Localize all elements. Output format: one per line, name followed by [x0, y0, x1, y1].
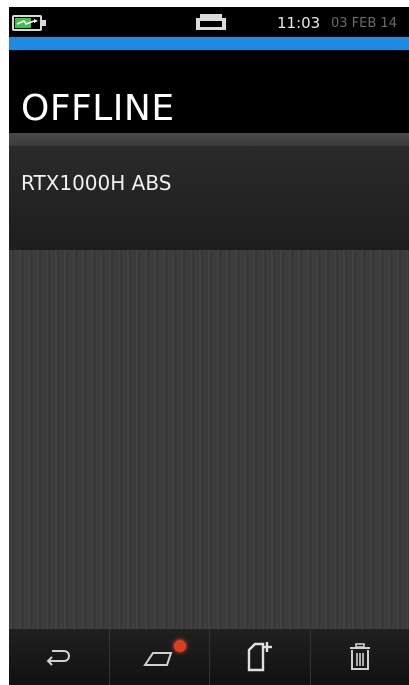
home-icon — [143, 652, 173, 666]
trash-icon — [350, 643, 371, 670]
notification-dot — [173, 640, 186, 652]
back-button[interactable] — [9, 629, 110, 685]
delete-button[interactable] — [311, 629, 409, 685]
status-bar: 11:03 03 FEB 14 — [9, 7, 409, 37]
home-button[interactable] — [110, 629, 210, 685]
usb-icon — [196, 14, 226, 30]
list-item[interactable]: RTX1000H ABS — [9, 146, 409, 250]
battery-charging-icon — [12, 15, 46, 31]
back-icon — [46, 650, 70, 666]
status-time: 11:03 — [277, 14, 321, 32]
new-document-button[interactable] — [210, 629, 311, 685]
page-title: OFFLINE — [21, 88, 175, 129]
content-area: RTX1000H ABS — [9, 146, 409, 629]
header-divider — [9, 133, 409, 146]
list-item-label: RTX1000H ABS — [21, 171, 172, 195]
bottom-toolbar — [9, 629, 409, 685]
new-document-icon — [247, 642, 272, 672]
header: OFFLINE — [9, 50, 409, 133]
accent-bar — [9, 37, 409, 50]
status-date: 03 FEB 14 — [331, 16, 397, 31]
device-screen: 11:03 03 FEB 14 OFFLINE RTX1000H ABS — [9, 7, 409, 685]
